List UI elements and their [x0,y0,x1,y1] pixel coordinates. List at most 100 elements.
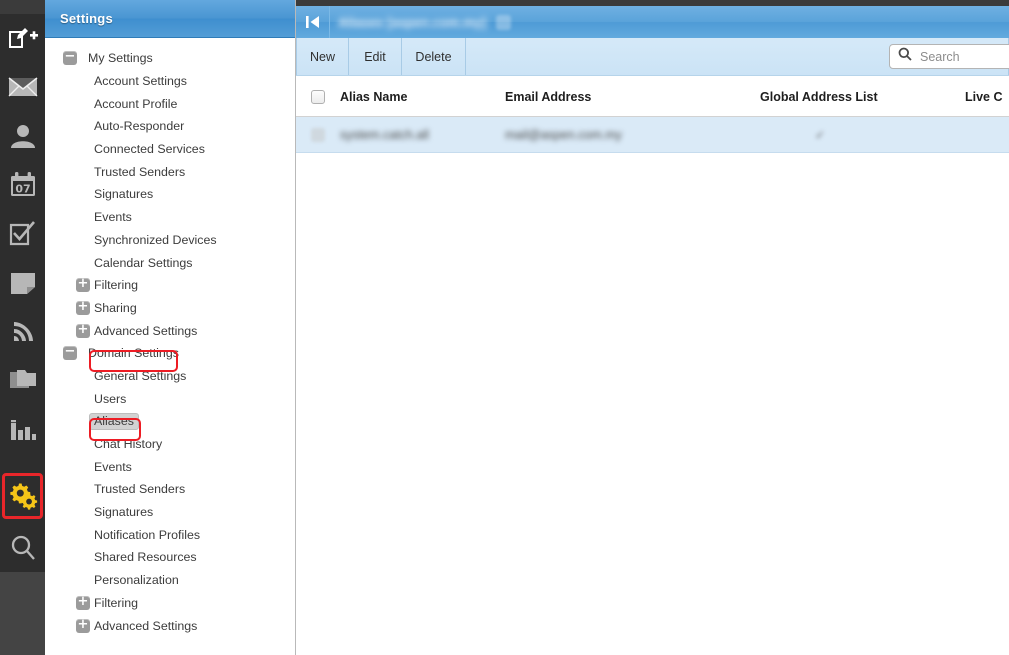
calendar-icon[interactable]: 07 [0,160,45,209]
sidebar-item-label: Events [94,210,132,225]
cell-email-address: mail@aspen.com.my [505,126,760,144]
search-input[interactable] [918,48,1009,65]
page-title: Settings [60,11,113,26]
sidebar-item-advanced-settings[interactable]: + Advanced Settings [45,319,295,342]
expand-plus-icon[interactable]: + [76,618,90,633]
sidebar-item-label: Synchronized Devices [94,232,217,247]
sidebar-item-label: General Settings [94,368,187,383]
sidebar-item-label: Events [94,459,132,474]
sidebar-item-users[interactable]: Users [45,387,295,410]
sidebar-item-label: Aliases [89,412,139,430]
table-row[interactable]: system.catch.all mail@aspen.com.my ✓ [296,117,1009,153]
column-header-global-address-list[interactable]: Global Address List [760,90,965,104]
compose-icon[interactable] [0,13,45,62]
column-header-email-address[interactable]: Email Address [505,90,760,104]
expand-plus-icon[interactable]: + [76,277,90,293]
sidebar-item-events[interactable]: Events [45,455,295,478]
sidebar-item-trusted-senders[interactable]: Trusted Senders [45,478,295,501]
sidebar-item-general-settings[interactable]: General Settings [45,365,295,388]
content-title: Aliases [aspen.com.my] [338,14,487,30]
settings-panel-header: Settings [45,0,295,38]
sidebar-item-calendar-settings[interactable]: Calendar Settings [45,251,295,274]
main-content-area: Aliases [aspen.com.my] New Edit Delete S… [296,0,1009,655]
expand-plus-icon[interactable]: + [76,595,90,610]
column-header-alias-name[interactable]: Alias Name [340,90,505,104]
sidebar-item-label: Account Profile [94,96,178,111]
grid-body: system.catch.all mail@aspen.com.my ✓ [296,117,1009,153]
delete-button[interactable]: Delete [402,38,466,75]
sidebar-item-label: Notification Profiles [94,527,201,542]
sidebar-item-notification-profiles[interactable]: Notification Profiles [45,523,295,546]
select-all-checkbox[interactable] [296,89,340,104]
sidebar-item-signatures[interactable]: Signatures [45,183,295,206]
sidebar-item-label: Signatures [94,505,154,520]
checkbox-box [311,127,325,142]
column-header-live-chat[interactable]: Live C [965,90,1009,104]
sidebar-item-label: Trusted Senders [94,482,186,497]
sidebar-item-events[interactable]: Events [45,206,295,229]
sidebar-item-shared-resources[interactable]: Shared Resources [45,546,295,569]
collapse-minus-icon[interactable]: − [63,345,77,361]
sidebar-item-filtering[interactable]: + Filtering [45,592,295,615]
cell-alias-name: system.catch.all [340,126,505,144]
mail-icon[interactable] [0,62,45,111]
cell-alias-name-text: system.catch.all [340,127,429,142]
collapse-minus-icon[interactable]: − [63,50,77,66]
cell-email-address-text: mail@aspen.com.my [505,127,622,142]
sidebar-item-label: Filtering [94,595,139,610]
new-button[interactable]: New [296,38,349,75]
check-icon: ✓ [815,127,826,142]
feeds-icon[interactable] [0,307,45,356]
settings-tree-panel: Settings − My Settings Account Settings Acc… [45,0,296,655]
sidebar-item-signatures[interactable]: Signatures [45,501,295,524]
sidebar-item-label: Filtering [94,278,139,293]
sidebar-item-trusted-senders[interactable]: Trusted Senders [45,160,295,183]
expand-plus-icon[interactable]: + [76,323,90,338]
tasks-icon[interactable] [0,209,45,258]
content-toolbar: New Edit Delete [296,38,1009,76]
sidebar-item-label: Signatures [94,187,154,202]
sidebar-item-my-settings[interactable]: − My Settings [45,47,295,70]
sidebar-item-label: Advanced Settings [94,323,198,338]
sidebar-item-connected-services[interactable]: Connected Services [45,138,295,161]
notes-icon[interactable] [0,258,45,307]
sidebar-item-account-settings[interactable]: Account Settings [45,70,295,93]
collapse-left-icon[interactable] [296,6,330,38]
sidebar-item-auto-responder[interactable]: Auto-Responder [45,115,295,138]
settings-tree-list: − My Settings Account Settings Account Prof… [45,38,295,637]
expand-plus-icon[interactable]: + [76,300,90,315]
rail-top-strip [0,0,45,14]
sidebar-item-domain-settings[interactable]: − Domain Settings [45,342,295,365]
checkbox-box [311,89,325,104]
sidebar-item-label: My Settings [88,51,153,66]
sidebar-item-aliases[interactable]: Aliases [45,410,295,433]
search-icon[interactable] [0,522,45,571]
row-checkbox[interactable] [296,127,340,142]
sidebar-item-chat-history[interactable]: Chat History [45,433,295,456]
sidebar-item-label: Users [94,391,127,406]
sidebar-item-label: Shared Resources [94,550,197,565]
cell-global-address-list: ✓ [760,126,965,144]
aliases-grid: Alias Name Email Address Global Address … [296,77,1009,153]
sidebar-item-label: Domain Settings [88,346,179,361]
sidebar-item-label: Sharing [94,300,137,315]
search-box-container [889,44,1009,69]
search-box[interactable] [889,44,1009,69]
calendar-day-number: 07 [15,182,30,195]
contacts-icon[interactable] [0,111,45,160]
sidebar-item-label: Calendar Settings [94,255,193,270]
content-title-bar: Aliases [aspen.com.my] [296,6,1009,38]
sidebar-item-advanced-settings[interactable]: + Advanced Settings [45,614,295,637]
sidebar-item-sharing[interactable]: + Sharing [45,297,295,320]
sidebar-item-account-profile[interactable]: Account Profile [45,92,295,115]
reports-icon[interactable] [0,405,45,454]
sidebar-item-label: Personalization [94,573,179,588]
sidebar-item-label: Connected Services [94,142,205,157]
files-icon[interactable] [0,356,45,405]
sidebar-item-filtering[interactable]: + Filtering [45,274,295,297]
settings-gear-icon[interactable] [2,473,43,519]
sidebar-item-label: Advanced Settings [94,618,198,633]
edit-button[interactable]: Edit [349,38,402,75]
sidebar-item-personalization[interactable]: Personalization [45,569,295,592]
sidebar-item-synchronized-devices[interactable]: Synchronized Devices [45,229,295,252]
